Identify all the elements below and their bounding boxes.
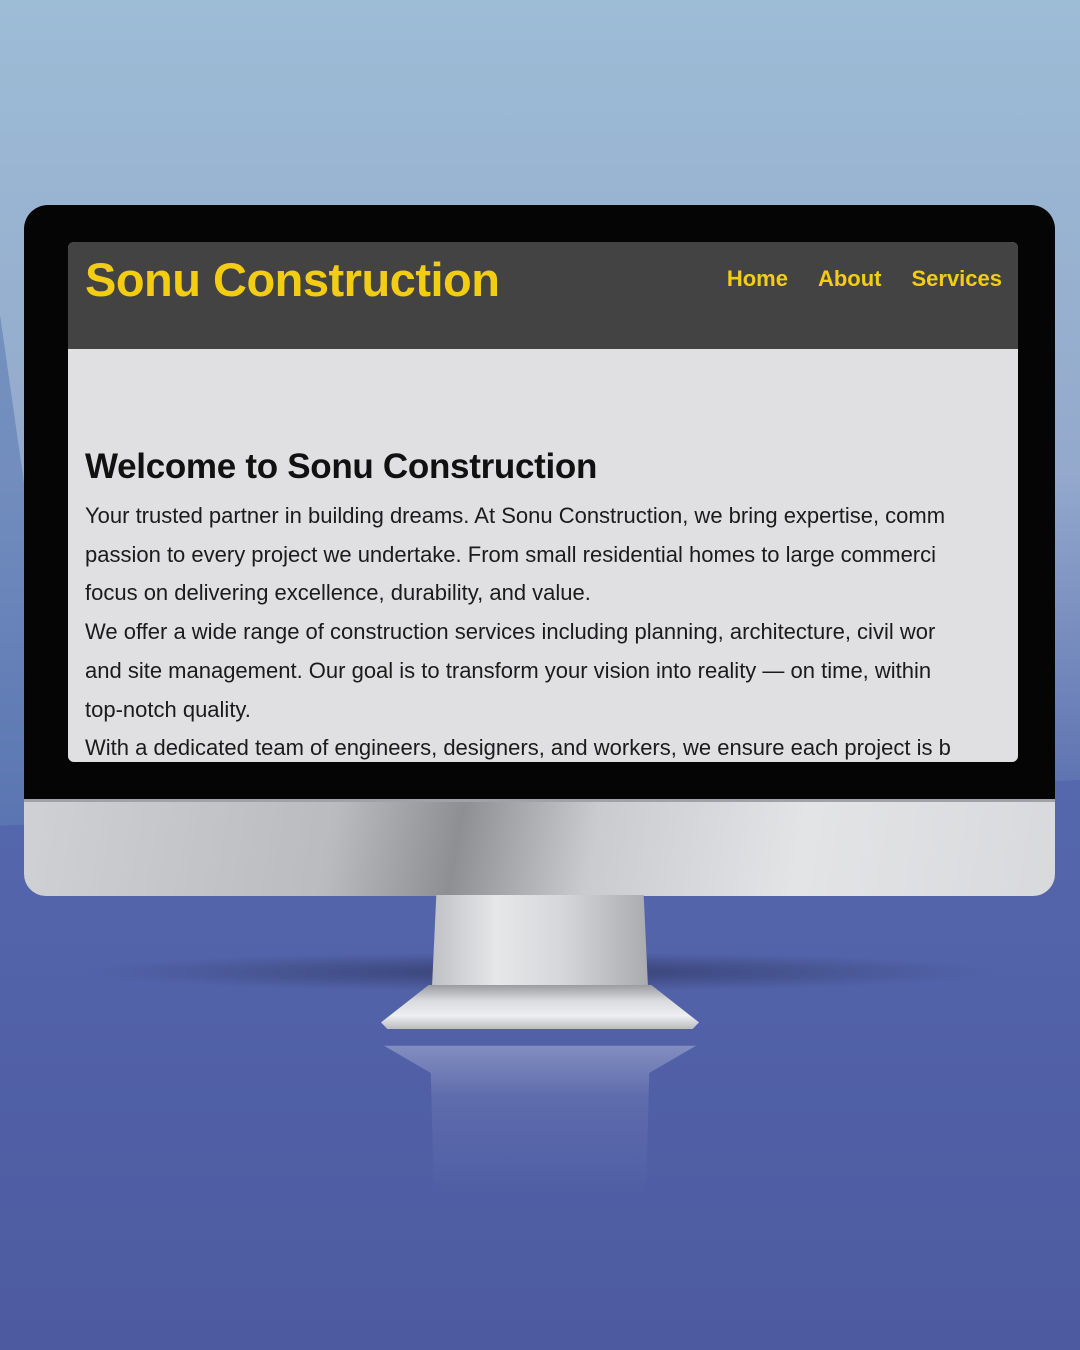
nav-link-about[interactable]: About (818, 266, 882, 292)
nav-link-services[interactable]: Services (911, 266, 1002, 292)
monitor-chin (24, 799, 1055, 896)
browser-viewport[interactable]: Sonu Construction Home About Services We… (68, 242, 1018, 762)
paragraph-line: top-notch quality. (85, 696, 251, 722)
monitor-bezel: Sonu Construction Home About Services We… (24, 205, 1055, 799)
paragraph-line: passion to every project we undertake. F… (85, 541, 937, 567)
paragraph-line: and site management. Our goal is to tran… (85, 657, 932, 683)
paragraph-line: Your trusted partner in building dreams.… (85, 503, 946, 528)
monitor: Sonu Construction Home About Services We… (24, 205, 1055, 896)
nav-link-home[interactable]: Home (727, 266, 788, 292)
paragraph-line: With a dedicated team of engineers, desi… (85, 735, 951, 761)
welcome-section: Welcome to Sonu Construction Your truste… (85, 447, 1018, 762)
paragraph-line: We offer a wide range of construction se… (85, 619, 936, 645)
site-logo-title[interactable]: Sonu Construction (85, 252, 500, 307)
site-header: Sonu Construction Home About Services (68, 242, 1018, 349)
monitor-stand-base (381, 985, 699, 1029)
paragraph-line: focus on delivering excellence, durabili… (85, 580, 591, 606)
page-background: { "site": { "title": "Sonu Construction"… (0, 0, 1080, 1350)
main-nav: Home About Services (727, 266, 1002, 292)
monitor-stand-neck (432, 895, 648, 987)
welcome-paragraph: Your trusted partner in building dreams.… (85, 497, 1018, 762)
welcome-heading: Welcome to Sonu Construction (85, 447, 598, 486)
